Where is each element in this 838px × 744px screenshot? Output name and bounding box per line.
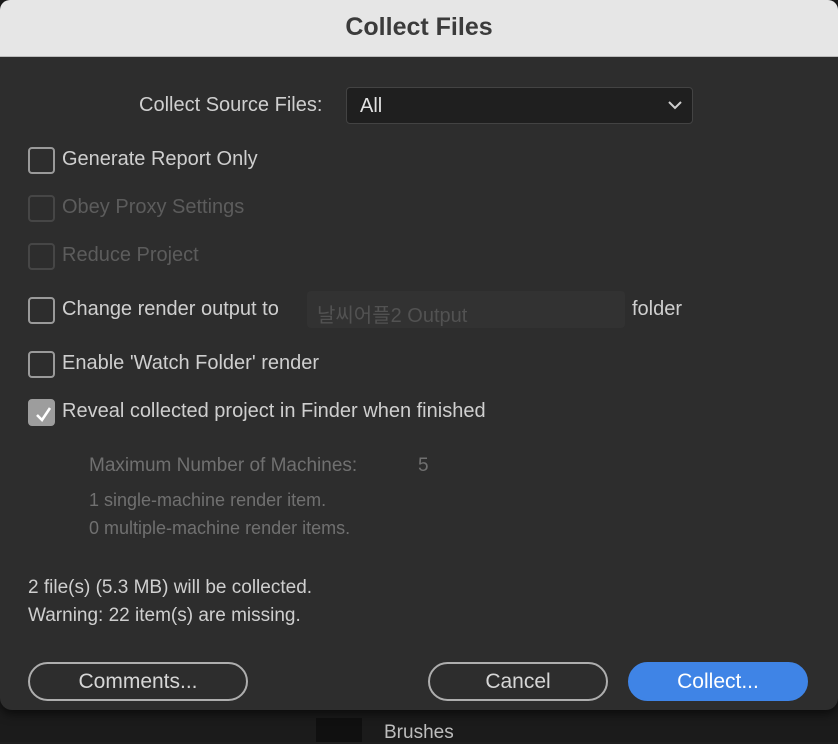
- render-folder-value: 날씨어플2 Output: [317, 305, 468, 327]
- obey-proxy-checkbox[interactable]: [28, 195, 55, 222]
- change-render-label: Change render output to: [62, 298, 279, 320]
- generate-report-checkbox[interactable]: [28, 147, 55, 174]
- files-summary: 2 file(s) (5.3 MB) will be collected.: [28, 577, 313, 598]
- change-render-checkbox[interactable]: [28, 297, 55, 324]
- render-folder-field[interactable]: 날씨어플2 Output: [307, 291, 625, 328]
- cancel-button[interactable]: Cancel: [428, 662, 608, 701]
- reduce-project-checkbox[interactable]: [28, 243, 55, 270]
- multiple-machine-items: 0 multiple-machine render items.: [89, 518, 351, 538]
- checkmark-icon: [36, 407, 52, 423]
- layer-thumbnail: [316, 718, 362, 742]
- reveal-in-finder-label: Reveal collected project in Finder when …: [62, 400, 486, 422]
- reduce-project-label: Reduce Project: [62, 244, 199, 266]
- dialog-title: Collect Files: [0, 0, 838, 57]
- max-machines-value: 5: [418, 455, 429, 476]
- collect-source-value: All: [360, 95, 383, 117]
- collect-button[interactable]: Collect...: [628, 662, 808, 701]
- background-label: Brushes: [384, 722, 454, 743]
- obey-proxy-label: Obey Proxy Settings: [62, 196, 245, 218]
- watch-folder-checkbox[interactable]: [28, 351, 55, 378]
- collect-files-dialog: Collect Files Collect Source Files: All …: [0, 0, 838, 710]
- collect-source-dropdown[interactable]: All: [346, 87, 693, 124]
- chevron-down-icon: [668, 101, 682, 110]
- single-machine-items: 1 single-machine render item.: [89, 490, 327, 510]
- watch-folder-label: Enable 'Watch Folder' render: [62, 352, 320, 374]
- comments-button[interactable]: Comments...: [28, 662, 248, 701]
- folder-suffix-label: folder: [632, 298, 683, 320]
- max-machines-label: Maximum Number of Machines:: [89, 455, 358, 476]
- generate-report-label: Generate Report Only: [62, 148, 258, 170]
- missing-warning: Warning: 22 item(s) are missing.: [28, 605, 301, 626]
- reveal-in-finder-checkbox[interactable]: [28, 399, 55, 426]
- collect-source-label: Collect Source Files:: [139, 94, 323, 116]
